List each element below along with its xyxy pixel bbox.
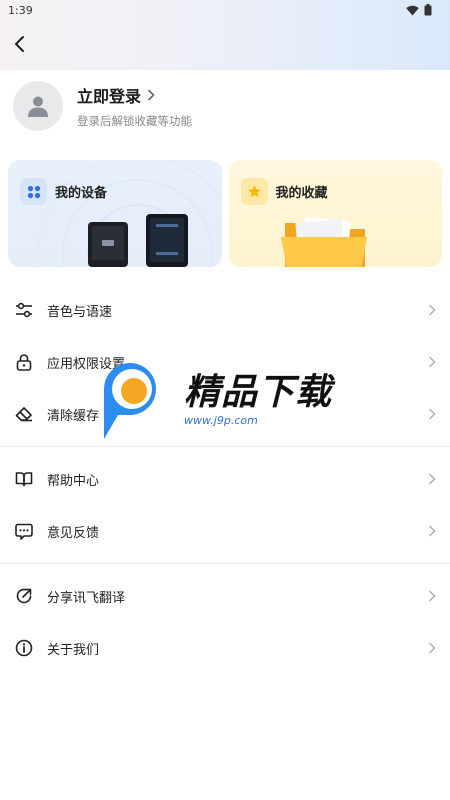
my-devices-card[interactable]: 我的设备 [8,160,222,267]
menu-label: 帮助中心 [47,473,100,489]
folder-image [280,216,367,267]
chat-bubble-icon [14,521,34,541]
eraser-icon [14,404,34,424]
grid-dots-icon [20,178,47,205]
star-icon [240,178,268,205]
lock-icon [14,352,34,372]
menu-label: 分享讯飞翻译 [47,590,126,606]
menu-item-about[interactable]: 关于我们 [0,622,450,674]
translator-devices-image [88,214,188,267]
divider [0,563,450,564]
menu-item-help-center[interactable]: 帮助中心 [0,453,450,505]
info-icon [14,638,34,658]
chevron-right-icon [429,525,436,537]
my-favorites-card[interactable]: 我的收藏 [228,160,442,267]
status-time: 1:39 [8,3,33,17]
login-section[interactable]: 立即登录 登录后解锁收藏等功能 [13,80,437,132]
menu-item-share[interactable]: 分享讯飞翻译 [0,570,450,622]
chevron-right-icon [429,473,436,485]
my-devices-header: 我的设备 [20,178,107,205]
menu-item-voice-speed[interactable]: 音色与语速 [0,284,450,336]
login-subtitle: 登录后解锁收藏等功能 [77,114,192,128]
share-icon [14,586,34,606]
status-bar: 1:39 [0,0,450,20]
chevron-right-icon [148,89,155,101]
my-devices-title: 我的设备 [55,186,108,201]
watermark-title: 精品下载 [184,371,333,413]
chevron-right-icon [429,356,436,368]
menu-item-feedback[interactable]: 意见反馈 [0,505,450,557]
login-row[interactable]: 立即登录 [77,83,192,107]
book-icon [14,469,34,489]
quick-cards: 我的设备 我的收藏 [8,160,442,267]
chevron-left-icon [15,36,24,52]
menu-label: 音色与语速 [47,304,113,320]
my-favorites-header: 我的收藏 [240,178,328,205]
watermark-url: www.j9p.com [184,413,258,427]
chevron-right-icon [429,408,436,420]
status-icons [406,4,432,16]
watermark-overlay: 精品下载 www.j9p.com [98,358,358,442]
menu-label: 意见反馈 [47,525,100,541]
user-icon [28,96,48,117]
chevron-right-icon [429,590,436,602]
battery-icon [424,4,432,16]
chevron-right-icon [429,304,436,316]
login-title[interactable]: 立即登录 [77,83,141,107]
sliders-icon [14,300,34,320]
chevron-right-icon [429,642,436,654]
settings-menu: 音色与语速 应用权限设置 清除缓存 帮助中心 意见反馈 分享讯飞翻译 关于我们 [0,284,450,674]
divider [0,446,450,447]
menu-label: 关于我们 [47,642,100,658]
watermark-text: 精品下载 www.j9p.com [184,371,333,427]
wifi-icon [406,5,419,15]
back-button[interactable] [6,30,34,58]
my-favorites-title: 我的收藏 [275,186,328,201]
login-text-block: 立即登录 登录后解锁收藏等功能 [77,83,192,129]
watermark-logo-icon [104,363,156,439]
avatar[interactable] [13,81,63,131]
